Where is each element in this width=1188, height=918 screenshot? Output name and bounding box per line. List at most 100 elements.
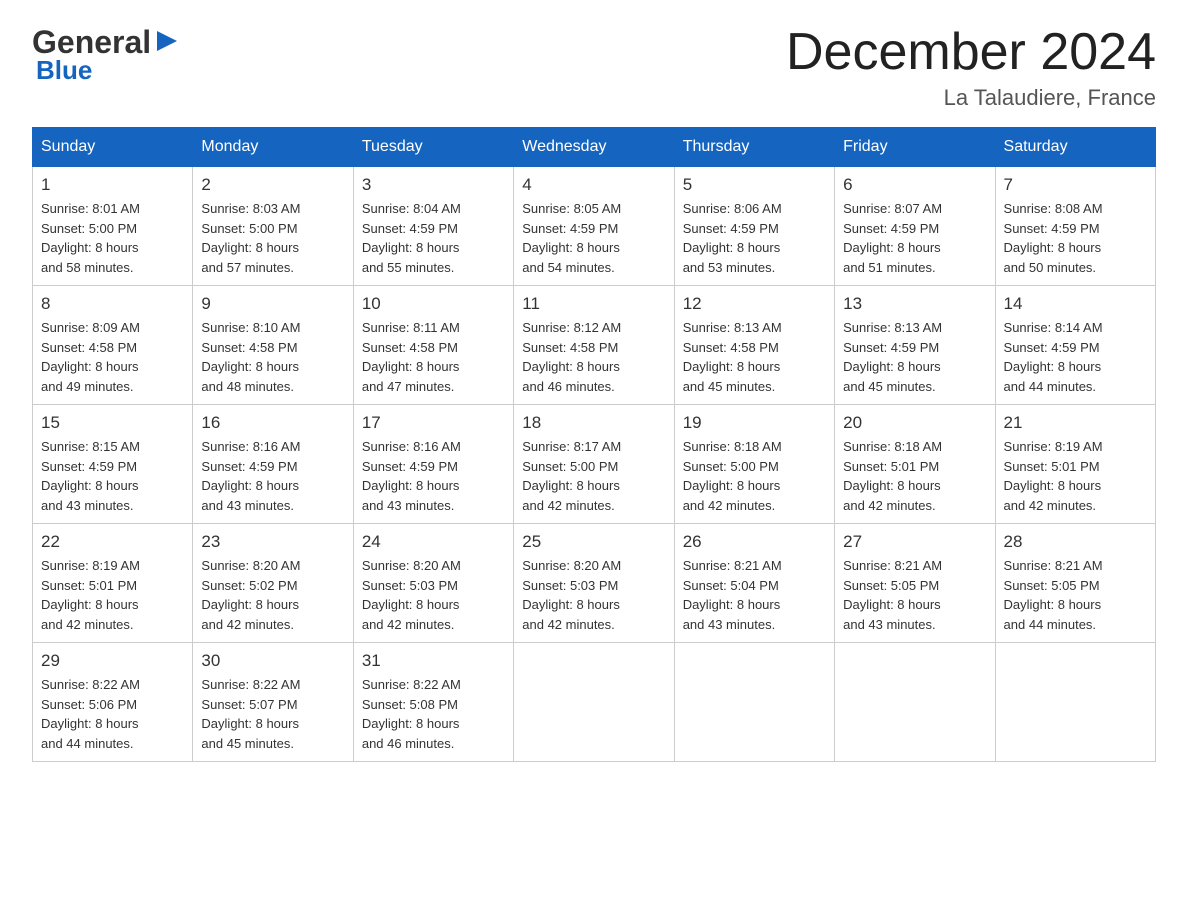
calendar-cell: 25 Sunrise: 8:20 AMSunset: 5:03 PMDaylig… [514, 524, 674, 643]
calendar-cell: 20 Sunrise: 8:18 AMSunset: 5:01 PMDaylig… [835, 405, 995, 524]
day-number: 28 [1004, 532, 1147, 552]
location-text: La Talaudiere, France [786, 85, 1156, 111]
day-number: 22 [41, 532, 184, 552]
logo-triangle-icon [153, 27, 181, 55]
calendar-cell: 16 Sunrise: 8:16 AMSunset: 4:59 PMDaylig… [193, 405, 353, 524]
calendar-cell: 13 Sunrise: 8:13 AMSunset: 4:59 PMDaylig… [835, 286, 995, 405]
sun-info: Sunrise: 8:10 AMSunset: 4:58 PMDaylight:… [201, 318, 344, 396]
calendar-cell: 22 Sunrise: 8:19 AMSunset: 5:01 PMDaylig… [33, 524, 193, 643]
sun-info: Sunrise: 8:01 AMSunset: 5:00 PMDaylight:… [41, 199, 184, 277]
calendar-cell: 26 Sunrise: 8:21 AMSunset: 5:04 PMDaylig… [674, 524, 834, 643]
calendar-cell: 12 Sunrise: 8:13 AMSunset: 4:58 PMDaylig… [674, 286, 834, 405]
day-number: 9 [201, 294, 344, 314]
logo: General Blue [32, 24, 181, 86]
sun-info: Sunrise: 8:05 AMSunset: 4:59 PMDaylight:… [522, 199, 665, 277]
sun-info: Sunrise: 8:18 AMSunset: 5:00 PMDaylight:… [683, 437, 826, 515]
sun-info: Sunrise: 8:16 AMSunset: 4:59 PMDaylight:… [362, 437, 505, 515]
day-number: 16 [201, 413, 344, 433]
calendar-cell: 15 Sunrise: 8:15 AMSunset: 4:59 PMDaylig… [33, 405, 193, 524]
calendar-cell: 28 Sunrise: 8:21 AMSunset: 5:05 PMDaylig… [995, 524, 1155, 643]
calendar-cell: 24 Sunrise: 8:20 AMSunset: 5:03 PMDaylig… [353, 524, 513, 643]
day-number: 24 [362, 532, 505, 552]
day-number: 14 [1004, 294, 1147, 314]
sun-info: Sunrise: 8:15 AMSunset: 4:59 PMDaylight:… [41, 437, 184, 515]
sun-info: Sunrise: 8:04 AMSunset: 4:59 PMDaylight:… [362, 199, 505, 277]
sun-info: Sunrise: 8:03 AMSunset: 5:00 PMDaylight:… [201, 199, 344, 277]
day-number: 19 [683, 413, 826, 433]
sun-info: Sunrise: 8:13 AMSunset: 4:59 PMDaylight:… [843, 318, 986, 396]
calendar-week-row: 8 Sunrise: 8:09 AMSunset: 4:58 PMDayligh… [33, 286, 1156, 405]
calendar-header-thursday: Thursday [674, 128, 834, 167]
day-number: 29 [41, 651, 184, 671]
sun-info: Sunrise: 8:13 AMSunset: 4:58 PMDaylight:… [683, 318, 826, 396]
day-number: 20 [843, 413, 986, 433]
month-title: December 2024 [786, 24, 1156, 81]
day-number: 31 [362, 651, 505, 671]
calendar-cell: 4 Sunrise: 8:05 AMSunset: 4:59 PMDayligh… [514, 167, 674, 286]
sun-info: Sunrise: 8:21 AMSunset: 5:05 PMDaylight:… [1004, 556, 1147, 634]
calendar-week-row: 29 Sunrise: 8:22 AMSunset: 5:06 PMDaylig… [33, 643, 1156, 762]
day-number: 10 [362, 294, 505, 314]
calendar-cell: 7 Sunrise: 8:08 AMSunset: 4:59 PMDayligh… [995, 167, 1155, 286]
calendar-cell: 1 Sunrise: 8:01 AMSunset: 5:00 PMDayligh… [33, 167, 193, 286]
calendar-cell: 17 Sunrise: 8:16 AMSunset: 4:59 PMDaylig… [353, 405, 513, 524]
day-number: 18 [522, 413, 665, 433]
calendar-cell: 5 Sunrise: 8:06 AMSunset: 4:59 PMDayligh… [674, 167, 834, 286]
day-number: 5 [683, 175, 826, 195]
day-number: 11 [522, 294, 665, 314]
day-number: 13 [843, 294, 986, 314]
calendar-header-sunday: Sunday [33, 128, 193, 167]
calendar-cell: 18 Sunrise: 8:17 AMSunset: 5:00 PMDaylig… [514, 405, 674, 524]
sun-info: Sunrise: 8:19 AMSunset: 5:01 PMDaylight:… [41, 556, 184, 634]
calendar-header-wednesday: Wednesday [514, 128, 674, 167]
day-number: 3 [362, 175, 505, 195]
day-number: 21 [1004, 413, 1147, 433]
calendar-cell: 31 Sunrise: 8:22 AMSunset: 5:08 PMDaylig… [353, 643, 513, 762]
calendar-week-row: 1 Sunrise: 8:01 AMSunset: 5:00 PMDayligh… [33, 167, 1156, 286]
calendar-header-friday: Friday [835, 128, 995, 167]
day-number: 1 [41, 175, 184, 195]
sun-info: Sunrise: 8:07 AMSunset: 4:59 PMDaylight:… [843, 199, 986, 277]
calendar-cell: 23 Sunrise: 8:20 AMSunset: 5:02 PMDaylig… [193, 524, 353, 643]
calendar-week-row: 15 Sunrise: 8:15 AMSunset: 4:59 PMDaylig… [33, 405, 1156, 524]
calendar-cell [995, 643, 1155, 762]
calendar-cell: 14 Sunrise: 8:14 AMSunset: 4:59 PMDaylig… [995, 286, 1155, 405]
calendar-cell: 11 Sunrise: 8:12 AMSunset: 4:58 PMDaylig… [514, 286, 674, 405]
sun-info: Sunrise: 8:11 AMSunset: 4:58 PMDaylight:… [362, 318, 505, 396]
calendar-cell [835, 643, 995, 762]
calendar-header-monday: Monday [193, 128, 353, 167]
calendar-week-row: 22 Sunrise: 8:19 AMSunset: 5:01 PMDaylig… [33, 524, 1156, 643]
calendar-cell: 10 Sunrise: 8:11 AMSunset: 4:58 PMDaylig… [353, 286, 513, 405]
sun-info: Sunrise: 8:16 AMSunset: 4:59 PMDaylight:… [201, 437, 344, 515]
sun-info: Sunrise: 8:17 AMSunset: 5:00 PMDaylight:… [522, 437, 665, 515]
page-header: General Blue December 2024 La Talaudiere… [32, 24, 1156, 111]
calendar-cell: 29 Sunrise: 8:22 AMSunset: 5:06 PMDaylig… [33, 643, 193, 762]
calendar-cell: 19 Sunrise: 8:18 AMSunset: 5:00 PMDaylig… [674, 405, 834, 524]
sun-info: Sunrise: 8:22 AMSunset: 5:08 PMDaylight:… [362, 675, 505, 753]
day-number: 15 [41, 413, 184, 433]
day-number: 6 [843, 175, 986, 195]
calendar-header-row: SundayMondayTuesdayWednesdayThursdayFrid… [33, 128, 1156, 167]
calendar-cell: 8 Sunrise: 8:09 AMSunset: 4:58 PMDayligh… [33, 286, 193, 405]
day-number: 30 [201, 651, 344, 671]
sun-info: Sunrise: 8:18 AMSunset: 5:01 PMDaylight:… [843, 437, 986, 515]
calendar-cell: 21 Sunrise: 8:19 AMSunset: 5:01 PMDaylig… [995, 405, 1155, 524]
calendar-cell: 2 Sunrise: 8:03 AMSunset: 5:00 PMDayligh… [193, 167, 353, 286]
day-number: 17 [362, 413, 505, 433]
calendar-cell: 9 Sunrise: 8:10 AMSunset: 4:58 PMDayligh… [193, 286, 353, 405]
day-number: 25 [522, 532, 665, 552]
sun-info: Sunrise: 8:22 AMSunset: 5:07 PMDaylight:… [201, 675, 344, 753]
day-number: 26 [683, 532, 826, 552]
day-number: 23 [201, 532, 344, 552]
sun-info: Sunrise: 8:22 AMSunset: 5:06 PMDaylight:… [41, 675, 184, 753]
sun-info: Sunrise: 8:19 AMSunset: 5:01 PMDaylight:… [1004, 437, 1147, 515]
sun-info: Sunrise: 8:20 AMSunset: 5:03 PMDaylight:… [362, 556, 505, 634]
calendar-cell [674, 643, 834, 762]
calendar-cell: 6 Sunrise: 8:07 AMSunset: 4:59 PMDayligh… [835, 167, 995, 286]
calendar-cell: 30 Sunrise: 8:22 AMSunset: 5:07 PMDaylig… [193, 643, 353, 762]
sun-info: Sunrise: 8:12 AMSunset: 4:58 PMDaylight:… [522, 318, 665, 396]
calendar-table: SundayMondayTuesdayWednesdayThursdayFrid… [32, 127, 1156, 762]
logo-blue-text: Blue [32, 55, 181, 86]
calendar-cell: 27 Sunrise: 8:21 AMSunset: 5:05 PMDaylig… [835, 524, 995, 643]
sun-info: Sunrise: 8:20 AMSunset: 5:02 PMDaylight:… [201, 556, 344, 634]
